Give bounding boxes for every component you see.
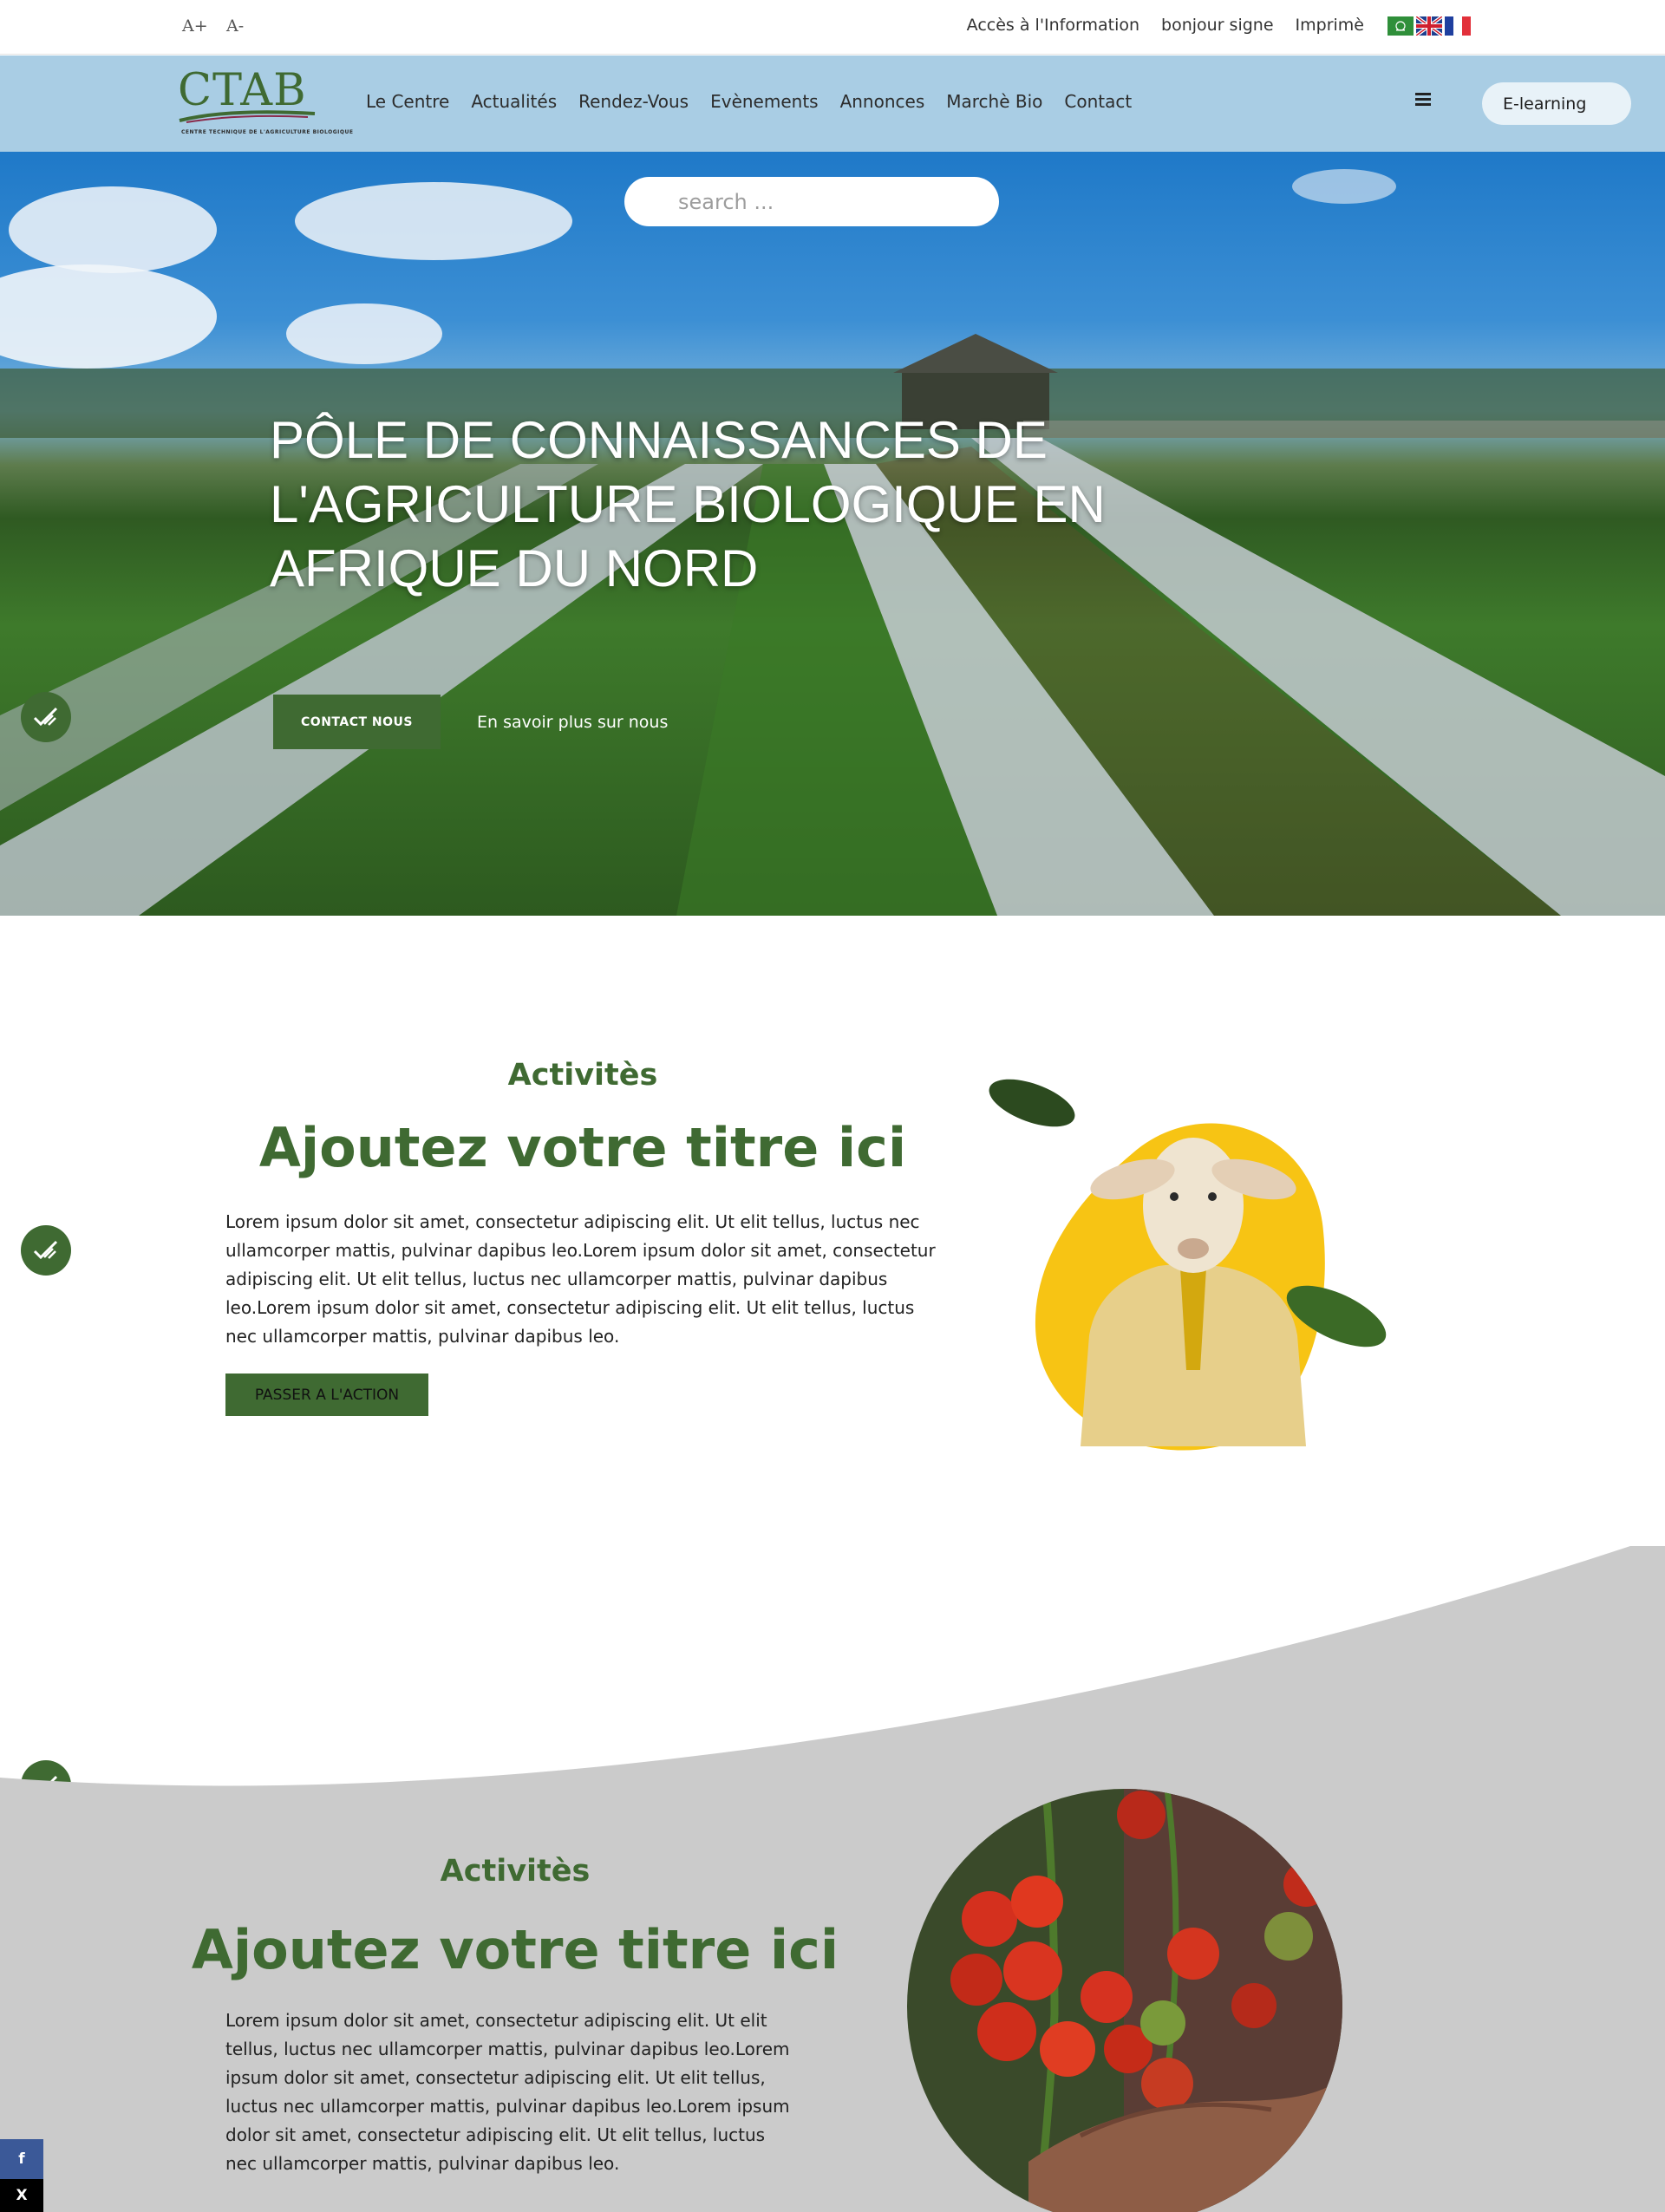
french-flag-icon[interactable] <box>1445 16 1471 36</box>
top-links: Accès à l'Information bonjour signe Impr… <box>967 16 1364 35</box>
contact-button[interactable]: CONTACT NOUS <box>273 695 441 749</box>
x-share-button[interactable]: X <box>0 2179 43 2212</box>
tomato-photo <box>907 1789 1342 2212</box>
x-icon: X <box>16 2187 28 2204</box>
hero-title: PÔLE DE CONNAISSANCES DE L'AGRICULTURE B… <box>270 411 1106 597</box>
bonjour-signe-link[interactable]: bonjour signe <box>1161 16 1274 35</box>
facebook-icon: f <box>18 2150 25 2168</box>
language-switcher <box>1388 16 1471 36</box>
facebook-share-button[interactable]: f <box>0 2139 43 2179</box>
logo-swoosh-icon <box>179 110 316 123</box>
action-button[interactable]: PASSER A L'ACTION <box>225 1374 428 1416</box>
leaf-badge-icon[interactable] <box>21 1225 71 1276</box>
print-link[interactable]: Imprimè <box>1296 16 1364 35</box>
nav-le-centre[interactable]: Le Centre <box>366 91 449 112</box>
section2-text: Lorem ipsum dolor sit amet, consectetur … <box>225 2010 790 2174</box>
logo-tagline: CENTRE TECHNIQUE DE L'AGRICULTURE BIOLOG… <box>181 129 354 135</box>
ctab-logo[interactable]: CTAB CENTRE TECHNIQUE DE L'AGRICULTURE B… <box>178 69 353 138</box>
nav-evenements[interactable]: Evènements <box>710 91 818 112</box>
nav-contact[interactable]: Contact <box>1064 91 1132 112</box>
search-input[interactable] <box>624 177 999 226</box>
learn-more-link[interactable]: En savoir plus sur nous <box>477 713 668 732</box>
access-information-link[interactable]: Accès à l'Information <box>967 16 1139 35</box>
section1-text: Lorem ipsum dolor sit amet, consectetur … <box>225 1211 936 1347</box>
font-increase-button[interactable]: A+ <box>182 16 208 36</box>
font-decrease-button[interactable]: A- <box>226 16 244 36</box>
nav-rendez-vous[interactable]: Rendez-Vous <box>578 91 689 112</box>
elearning-button[interactable]: E-learning <box>1482 82 1631 125</box>
section2-kicker: Activitès <box>440 1854 591 1889</box>
english-flag-icon[interactable] <box>1416 16 1442 36</box>
arabic-flag-icon[interactable] <box>1388 16 1414 36</box>
sheep-illustration <box>989 1079 1387 1451</box>
top-utility-bar: A+ A- Accès à l'Information bonjour sign… <box>0 0 1665 55</box>
section2-title: Ajoutez votre titre ici <box>191 1918 839 1981</box>
nav-annonces[interactable]: Annonces <box>840 91 925 112</box>
hamburger-icon[interactable] <box>1415 93 1431 107</box>
main-navbar: CTAB CENTRE TECHNIQUE DE L'AGRICULTURE B… <box>0 55 1665 152</box>
nav-actualites[interactable]: Actualités <box>471 91 557 112</box>
hero-banner: PÔLE DE CONNAISSANCES DE L'AGRICULTURE B… <box>0 152 1665 916</box>
leaf-badge-icon[interactable] <box>21 692 71 742</box>
nav-marche-bio[interactable]: Marchè Bio <box>946 91 1042 112</box>
primary-menu: Le Centre Actualités Rendez-Vous Evèneme… <box>366 91 1132 112</box>
